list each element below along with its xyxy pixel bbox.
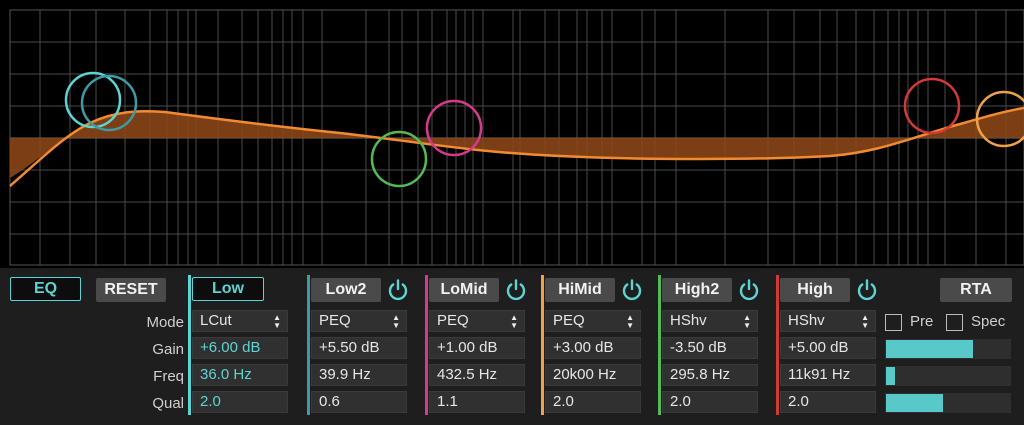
mode-select[interactable]: HShv ▲ ▼ (780, 310, 876, 332)
qual-field[interactable]: 0.6 (311, 391, 407, 413)
pre-label: Pre (910, 313, 934, 330)
band-color-line (541, 275, 544, 415)
mode-value: LCut (200, 312, 232, 329)
mode-value: HShv (670, 312, 707, 329)
band-color-line (188, 275, 191, 415)
spec-label: Spec (971, 313, 1006, 330)
band-button-low2[interactable]: Low2 (311, 278, 381, 302)
rta-meter-fill (886, 367, 895, 385)
rta-meter (885, 339, 1011, 359)
power-icon[interactable] (504, 278, 528, 302)
rta-meter-fill (886, 340, 973, 358)
mode-select[interactable]: PEQ ▲ ▼ (311, 310, 407, 332)
updown-arrow-icon: ▲ ▼ (273, 313, 281, 330)
rta-meter-fill (886, 394, 944, 412)
band-color-line (425, 275, 428, 415)
freq-field[interactable]: 11k91 Hz (780, 364, 876, 386)
freq-field[interactable]: 36.0 Hz (192, 364, 288, 386)
reset-button[interactable]: RESET (96, 278, 166, 302)
rta-button[interactable]: RTA (940, 278, 1012, 302)
freq-field[interactable]: 20k00 Hz (545, 364, 641, 386)
band-button-high[interactable]: High (780, 278, 850, 302)
power-icon[interactable] (737, 278, 761, 302)
band-color-line (307, 275, 310, 415)
mode-label: Mode (146, 314, 184, 331)
band-color-line (776, 275, 779, 415)
mode-value: PEQ (319, 312, 351, 329)
rta-meter (885, 366, 1011, 386)
updown-arrow-icon: ▲ ▼ (743, 313, 751, 330)
gain-label: Gain (152, 341, 184, 358)
gain-field[interactable]: -3.50 dB (662, 337, 758, 359)
eq-button[interactable]: EQ (10, 277, 81, 301)
qual-field[interactable]: 2.0 (545, 391, 641, 413)
pre-checkbox[interactable] (885, 314, 902, 331)
qual-field[interactable]: 1.1 (429, 391, 525, 413)
mode-value: PEQ (553, 312, 585, 329)
qual-field[interactable]: 2.0 (662, 391, 758, 413)
qual-field[interactable]: 2.0 (780, 391, 876, 413)
eq-graph[interactable] (0, 0, 1024, 270)
qual-field[interactable]: 2.0 (192, 391, 288, 413)
band-button-lomid[interactable]: LoMid (429, 278, 499, 302)
freq-field[interactable]: 432.5 Hz (429, 364, 525, 386)
gain-field[interactable]: +1.00 dB (429, 337, 525, 359)
mode-value: PEQ (437, 312, 469, 329)
band-color-line (658, 275, 661, 415)
mode-value: HShv (788, 312, 825, 329)
updown-arrow-icon: ▲ ▼ (861, 313, 869, 330)
band-button-himid[interactable]: HiMid (545, 278, 615, 302)
band-button-low[interactable]: Low (192, 277, 264, 301)
updown-arrow-icon: ▲ ▼ (510, 313, 518, 330)
spec-checkbox[interactable] (946, 314, 963, 331)
freq-label: Freq (153, 368, 184, 385)
band-button-high2[interactable]: High2 (662, 278, 732, 302)
qual-label: Qual (152, 395, 184, 412)
power-icon[interactable] (386, 278, 410, 302)
rta-meter (885, 393, 1011, 413)
mode-select[interactable]: LCut ▲ ▼ (192, 310, 288, 332)
updown-arrow-icon: ▲ ▼ (626, 313, 634, 330)
updown-arrow-icon: ▲ ▼ (392, 313, 400, 330)
mode-select[interactable]: HShv ▲ ▼ (662, 310, 758, 332)
gain-field[interactable]: +5.00 dB (780, 337, 876, 359)
mode-select[interactable]: PEQ ▲ ▼ (545, 310, 641, 332)
gain-field[interactable]: +5.50 dB (311, 337, 407, 359)
gain-field[interactable]: +3.00 dB (545, 337, 641, 359)
freq-field[interactable]: 295.8 Hz (662, 364, 758, 386)
power-icon[interactable] (620, 278, 644, 302)
power-icon[interactable] (855, 278, 879, 302)
gain-field[interactable]: +6.00 dB (192, 337, 288, 359)
freq-field[interactable]: 39.9 Hz (311, 364, 407, 386)
mode-select[interactable]: PEQ ▲ ▼ (429, 310, 525, 332)
